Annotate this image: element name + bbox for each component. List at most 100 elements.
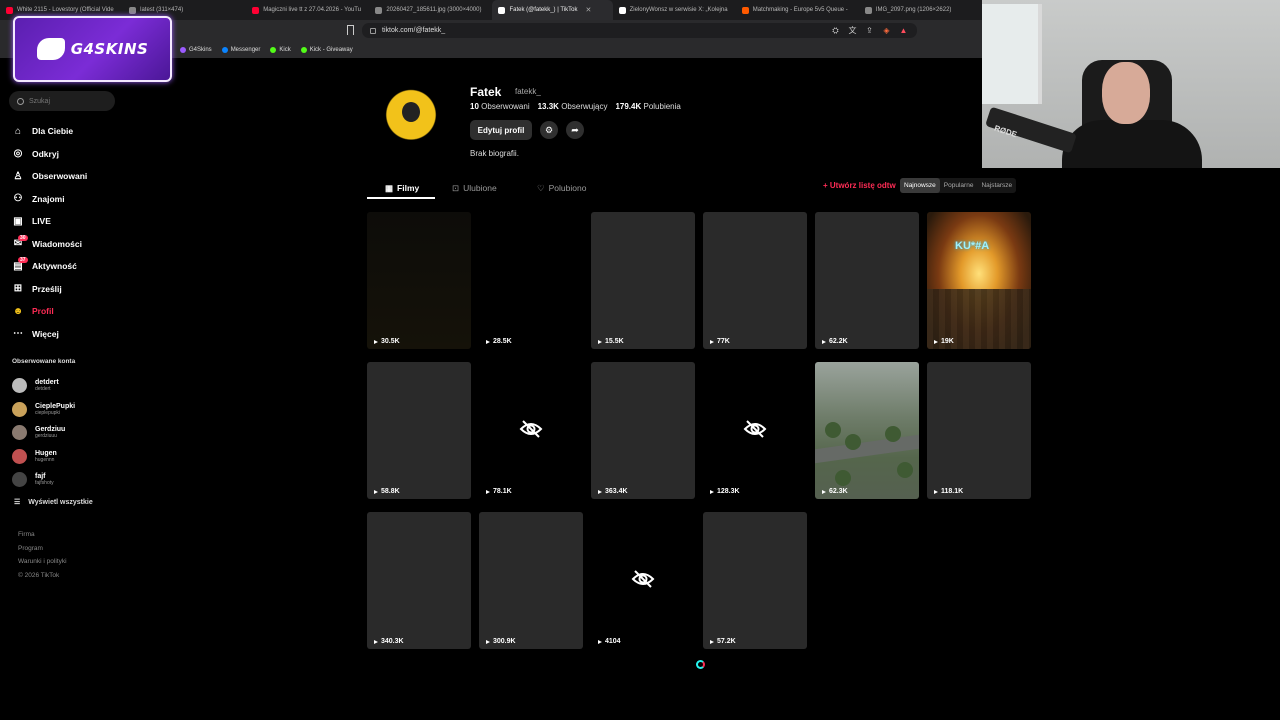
sidebar-item-profile[interactable]: ☻ Profil	[12, 300, 87, 323]
view-count: 62.3K	[822, 488, 848, 495]
footer-link[interactable]: Warunki i polityki	[18, 558, 67, 572]
video-thumbnail[interactable]: 15.5K	[591, 212, 695, 349]
tab-favorites[interactable]: ⊡ Ulubione	[452, 178, 497, 198]
view-count: 77K	[710, 338, 730, 345]
sidebar-item-messages[interactable]: ✉ 30 Wiadomości	[12, 233, 87, 256]
site-info-icon[interactable]	[370, 27, 376, 34]
browser-tab[interactable]: 20260427_185611.jpg (3000×4000)	[369, 0, 492, 20]
sort-oldest[interactable]: Najstarsze	[977, 178, 1016, 193]
close-tab-icon[interactable]: ✕	[585, 6, 591, 14]
followed-account[interactable]: detdert detdert	[12, 374, 75, 398]
browser-tab[interactable]: Fatek (@fatekk_) | TikTok ✕	[492, 0, 613, 20]
account-name: CieplePupki	[35, 402, 76, 410]
video-thumbnail[interactable]: 77K	[703, 212, 807, 349]
sidebar-item-home[interactable]: ⌂ Dla Ciebie	[12, 120, 87, 143]
followed-account[interactable]: Hugen hugennn	[12, 445, 75, 469]
followed-accounts-list: detdert detdert CieplePupki cieplepupki Gerd…	[12, 374, 75, 492]
tab-videos[interactable]: ▦ Filmy	[385, 178, 419, 198]
tab-liked[interactable]: ♡ Polubiono	[537, 178, 586, 198]
profile-name: Fatek	[470, 85, 502, 99]
see-all-button[interactable]: ☰ Wyświetl wszystkie	[14, 498, 93, 507]
avatar	[12, 401, 27, 417]
view-count: 19K	[934, 338, 954, 345]
video-thumbnail[interactable]: 57.2K	[703, 512, 807, 649]
browser-tab[interactable]: ZielonyWonsz w serwisie X: „Kolejna	[613, 0, 736, 20]
sidebar-item-activity[interactable]: ▤ 37 Aktywność	[12, 255, 87, 278]
browser-tab[interactable]: Matchmaking - Europe 5v5 Queue -	[736, 0, 859, 20]
video-thumbnail[interactable]: 78.1K	[479, 362, 583, 499]
brave-shield-icon[interactable]: ◈	[881, 26, 892, 35]
sidebar-item-compass[interactable]: ◎ Odkryj	[12, 143, 87, 166]
sidebar-item-following[interactable]: ♙ Obserwowani	[12, 165, 88, 188]
sidebar: Szukaj ⌂ Dla Ciebie ◎ Odkryj ♙ Obserwowani ⚇ Zn…	[0, 58, 130, 720]
footer-link[interactable]: Firma	[18, 531, 67, 545]
video-thumbnail[interactable]: 62.2K	[815, 212, 919, 349]
video-thumbnail[interactable]: 62.3K	[815, 362, 919, 499]
tab-label: latest (311×474)	[140, 7, 184, 13]
sidebar-item-upload[interactable]: ⊞ Prześlij	[12, 278, 87, 301]
sidebar-item-label: Odkryj	[32, 148, 59, 159]
extension-icon[interactable]: ⛭	[830, 26, 841, 36]
video-thumbnail[interactable]: 118.1K	[927, 362, 1031, 499]
search-input[interactable]: Szukaj	[9, 91, 115, 111]
sort-popular[interactable]: Popularne	[940, 178, 978, 193]
profile-avatar[interactable]	[376, 82, 446, 164]
video-thumbnail[interactable]: 30.5K	[367, 212, 471, 349]
view-count-value: 30.5K	[381, 338, 400, 345]
bookmark-favicon-icon	[270, 46, 277, 53]
video-thumbnail[interactable]: 363.4K	[591, 362, 695, 499]
followers-stat[interactable]: 13.3K Obserwujący	[538, 102, 608, 111]
share-icon[interactable]: ⇪	[864, 26, 875, 35]
play-icon	[486, 489, 490, 494]
followed-account[interactable]: fajf fajfshoty	[12, 468, 75, 492]
bookmark-item[interactable]: G4Skins	[180, 46, 212, 53]
footer-link[interactable]: Program	[18, 545, 67, 559]
bookmark-label: Kick	[279, 46, 291, 53]
sidebar-item-live[interactable]: ▣ LIVE	[12, 210, 87, 233]
play-icon	[374, 339, 378, 344]
video-thumbnail[interactable]: 58.8K	[367, 362, 471, 499]
bookmark-item[interactable]: Kick	[270, 46, 291, 53]
view-count-value: 15.5K	[605, 338, 624, 345]
bookmark-icon[interactable]	[347, 25, 354, 35]
sidebar-item-friends[interactable]: ⚇ Znajomi	[12, 188, 87, 211]
video-thumbnail[interactable]: KU*#A 19K	[927, 212, 1031, 349]
video-thumbnail[interactable]: 4104	[591, 512, 695, 649]
rewards-icon[interactable]: ▲	[898, 26, 909, 35]
browser-tab[interactable]: IMG_2097.png (1206×2622)	[859, 0, 982, 20]
tab-label: Fatek (@fatekk_) | TikTok	[509, 7, 578, 13]
edit-profile-button[interactable]: Edytuj profil	[470, 120, 532, 140]
avatar	[12, 472, 27, 488]
sidebar-item-label: Aktywność	[32, 261, 77, 272]
followed-account[interactable]: Gerdziuu gerdziuuu	[12, 421, 75, 445]
translate-icon[interactable]: 文	[847, 25, 858, 36]
sidebar-item-label: Profil	[32, 306, 54, 317]
following-stat[interactable]: 10 Obserwowani	[470, 102, 530, 111]
more-icon: ⋯	[13, 328, 23, 340]
video-thumbnail[interactable]: 128.3K	[703, 362, 807, 499]
sort-newest[interactable]: Najnowsze	[900, 178, 940, 193]
play-icon	[374, 489, 378, 494]
bookmark-item[interactable]: Messenger	[221, 46, 260, 53]
view-count: 128.3K	[710, 488, 740, 495]
video-thumbnail[interactable]: 300.9K	[479, 512, 583, 649]
thumbnail-tree	[825, 422, 841, 438]
video-thumbnail[interactable]: 28.5K	[479, 212, 583, 349]
tab-favicon-icon	[129, 6, 137, 14]
sidebar-item-more[interactable]: ⋯ Więcej	[12, 323, 87, 346]
followed-account[interactable]: CieplePupki cieplepupki	[12, 398, 75, 422]
account-handle: hugennn	[35, 456, 55, 463]
share-profile-button[interactable]: ➦	[566, 121, 584, 139]
settings-button[interactable]: ⚙	[540, 121, 558, 139]
tab-label: Magiczni live tt z 27.04.2026 - YouTu	[263, 7, 362, 13]
browser-tab[interactable]: Magiczni live tt z 27.04.2026 - YouTu	[246, 0, 369, 20]
play-icon	[822, 489, 826, 494]
view-count: 57.2K	[710, 638, 736, 645]
create-playlist-button[interactable]: + Utwórz listę odtw	[823, 181, 896, 190]
tab-label: White 2115 - Lovestory (Official Vide	[17, 7, 114, 13]
bookmark-item[interactable]: Kick - Giveaway	[300, 46, 353, 53]
live-icon: ▣	[13, 215, 23, 227]
view-count-value: 62.2K	[829, 338, 848, 345]
webcam-feed: RØDE	[982, 0, 1280, 168]
video-thumbnail[interactable]: 340.3K	[367, 512, 471, 649]
